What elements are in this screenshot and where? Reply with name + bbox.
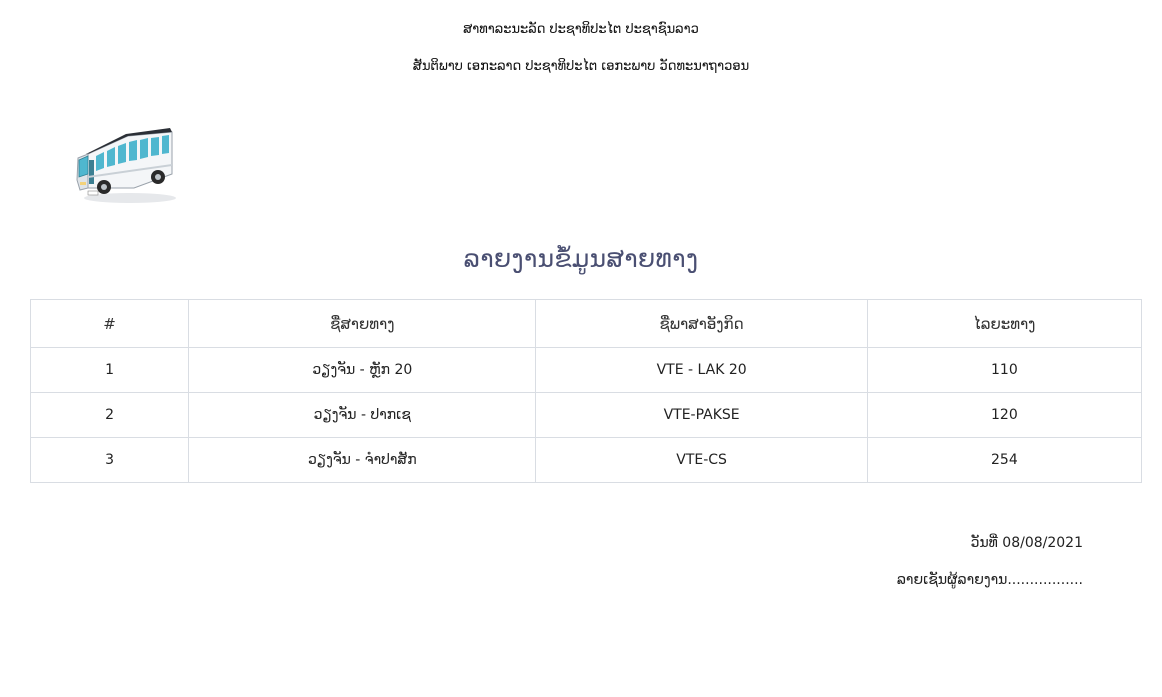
header-distance: ໄລຍະທາງ (866, 299, 1143, 348)
cell-route-name: ວຽງຈັນ - ຫຼັກ 20 (188, 347, 537, 393)
header-english-name: ຊື່ພາສາອັງກິດ (535, 299, 868, 348)
country-name-heading: ສາທາລະນະລັດ ປະຊາທິປະໄຕ ປະຊາຊົນລາວ (463, 22, 699, 37)
cell-distance: 110 (866, 347, 1143, 393)
cell-english-name: VTE-CS (535, 437, 868, 483)
table-row: 1 ວຽງຈັນ - ຫຼັກ 20 VTE - LAK 20 110 (29, 347, 1143, 393)
bus-logo (74, 124, 182, 206)
cell-index: 2 (29, 392, 190, 438)
cell-english-name: VTE-PAKSE (535, 392, 868, 438)
cell-route-name: ວຽງຈັນ - ປາກເຊ (188, 392, 537, 438)
cell-index: 1 (29, 347, 190, 393)
route-table: # ຊື່ສາຍທາງ ຊື່ພາສາອັງກິດ ໄລຍະທາງ 1 ວຽງຈ… (29, 299, 1143, 483)
table-header-row: # ຊື່ສາຍທາງ ຊື່ພາສາອັງກິດ ໄລຍະທາງ (29, 299, 1143, 348)
national-motto-heading: ສັນຕິພາບ ເອກະລາດ ປະຊາທິປະໄຕ ເອກະພາບ ວັດທ… (412, 59, 750, 74)
table-row: 3 ວຽງຈັນ - ຈຳປາສັກ VTE-CS 254 (29, 437, 1143, 483)
bus-icon (76, 128, 176, 203)
header-index: # (29, 299, 190, 348)
cell-distance: 254 (866, 437, 1143, 483)
report-date: ວັນທີ່ 08/08/2021 (970, 535, 1083, 551)
cell-distance: 120 (866, 392, 1143, 438)
cell-index: 3 (29, 437, 190, 483)
report-title: ລາຍງານຂໍ້ມູນສາຍທາງ (463, 244, 699, 273)
cell-route-name: ວຽງຈັນ - ຈຳປາສັກ (188, 437, 537, 483)
header-route-name: ຊື່ສາຍທາງ (188, 299, 537, 348)
reporter-signature-line: ລາຍເຊັນຜູ້ລາຍງານ................. (896, 572, 1083, 588)
table-row: 2 ວຽງຈັນ - ປາກເຊ VTE-PAKSE 120 (29, 392, 1143, 438)
cell-english-name: VTE - LAK 20 (535, 347, 868, 393)
